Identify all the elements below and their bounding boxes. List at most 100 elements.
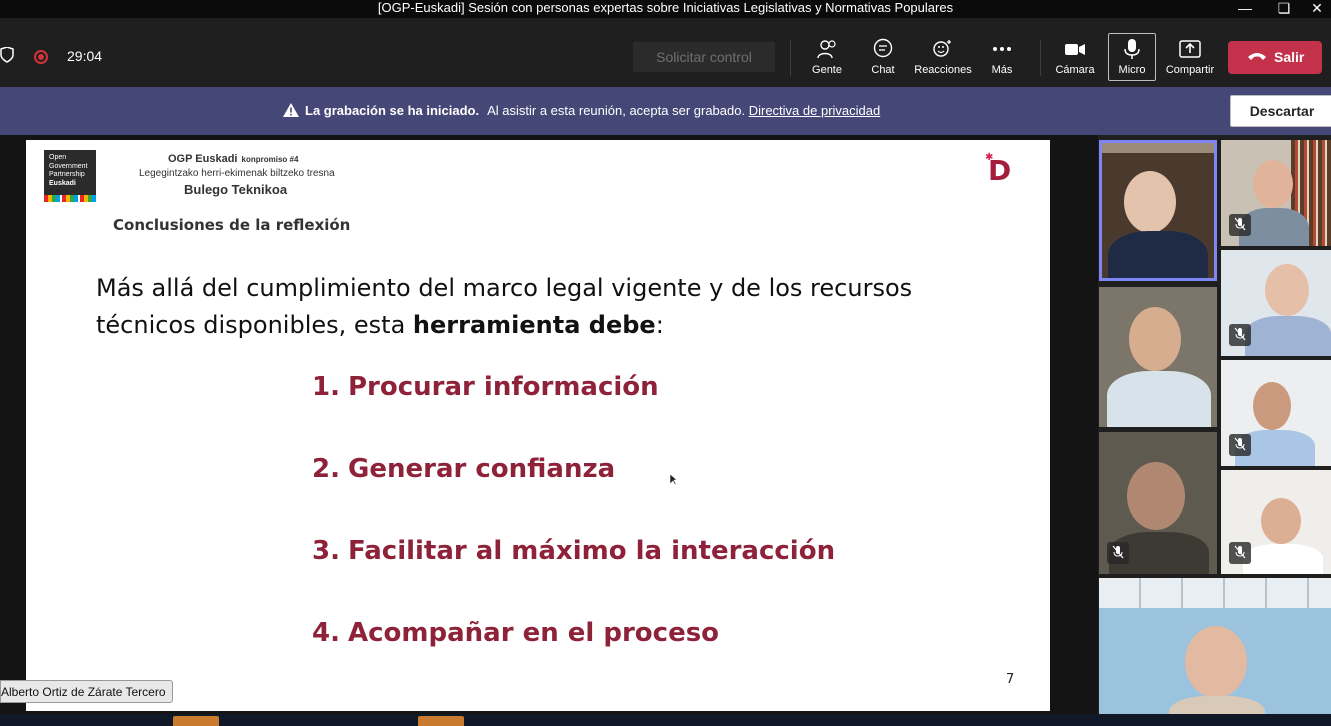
- participant-video-tile[interactable]: [1099, 287, 1217, 427]
- mic-off-icon: [1234, 217, 1246, 231]
- hang-up-icon: [1248, 53, 1266, 60]
- window-titlebar: [OGP-Euskadi] Sesión con personas expert…: [0, 0, 1331, 18]
- toolbar-divider: [1040, 40, 1041, 76]
- item-number: 3.: [312, 536, 340, 566]
- participant-video: [1169, 696, 1265, 714]
- toolbar-divider: [790, 40, 791, 76]
- header-title-text: OGP Euskadi: [168, 153, 238, 165]
- more-icon: [993, 47, 1011, 51]
- slide-list-item: 3. Facilitar al máximo la interacción: [312, 536, 835, 566]
- recording-message: La grabación se ha iniciado. Al asistir a…: [283, 103, 880, 118]
- participant-video-tile[interactable]: [1221, 250, 1331, 356]
- recording-icon: [34, 50, 48, 64]
- share-label: Compartir: [1165, 64, 1215, 76]
- video-background: [1102, 143, 1214, 153]
- restore-icon[interactable]: ❏: [1269, 0, 1299, 18]
- muted-indicator: [1229, 324, 1251, 346]
- request-control-button[interactable]: Solicitar control: [633, 42, 775, 72]
- slide-lead-text: Más allá del cumplimiento del marco lega…: [96, 270, 956, 344]
- slide-section-title: Conclusiones de la reflexión: [113, 216, 351, 234]
- item-text: Procurar información: [348, 372, 659, 402]
- logo-stripes: [44, 195, 96, 202]
- participant-video-tile[interactable]: [1221, 360, 1331, 466]
- brand-logo: ✱ D: [985, 152, 1011, 187]
- logo-line: Open: [49, 154, 67, 161]
- minimize-icon[interactable]: —: [1230, 0, 1260, 18]
- logo-line: Government: [49, 162, 88, 170]
- mouse-cursor-icon: [670, 474, 678, 486]
- close-icon[interactable]: ✕: [1302, 0, 1331, 18]
- participant-video: [1129, 307, 1181, 371]
- mic-off-icon: [1112, 545, 1124, 559]
- camera-label: Cámara: [1055, 64, 1095, 76]
- participant-video: [1107, 371, 1211, 427]
- muted-indicator: [1229, 214, 1251, 236]
- window-title: [OGP-Euskadi] Sesión con personas expert…: [377, 0, 954, 15]
- mic-button[interactable]: Micro: [1110, 36, 1154, 80]
- shield-icon[interactable]: [0, 47, 14, 63]
- recording-started-text: La grabación se ha iniciado.: [305, 103, 480, 118]
- participant-video: [1245, 316, 1331, 356]
- participant-video-tile[interactable]: [1221, 470, 1331, 574]
- recording-consent-text: Al asistir a esta reunión, acepta ser gr…: [487, 103, 746, 118]
- presentation-slide: Open Government Partnership Euskadi OGP …: [26, 140, 1050, 711]
- slide-header-office: Bulego Teknikoa: [184, 182, 288, 197]
- slide-header-title: OGP Euskadi konpromiso #4: [168, 153, 298, 165]
- logo-line: Euskadi: [49, 179, 76, 187]
- chat-label: Chat: [871, 64, 895, 76]
- participant-video: [1185, 626, 1247, 698]
- item-number: 2.: [312, 454, 340, 484]
- participant-video: [1243, 544, 1323, 574]
- participant-video: [1108, 231, 1208, 278]
- people-label: Gente: [812, 64, 842, 76]
- microphone-icon: [1124, 39, 1140, 59]
- share-icon: [1179, 40, 1201, 58]
- recording-banner: La grabación se ha iniciado. Al asistir a…: [0, 87, 1331, 135]
- participant-video: [1127, 462, 1185, 530]
- reactions-label: Reacciones: [914, 64, 972, 76]
- camera-button[interactable]: Cámara: [1052, 36, 1098, 80]
- participant-video: [1265, 264, 1309, 316]
- header-commitment: konpromiso #4: [241, 155, 299, 164]
- participant-video-tile[interactable]: [1099, 140, 1217, 281]
- item-text: Facilitar al máximo la interacción: [348, 536, 836, 566]
- presenter-name-tag: Alberto Ortiz de Zárate Tercero: [0, 680, 173, 703]
- more-button[interactable]: Más: [982, 36, 1022, 80]
- participant-video: [1124, 171, 1176, 233]
- lead-bold-text: herramienta debe: [412, 311, 656, 339]
- mic-off-icon: [1234, 545, 1246, 559]
- warning-icon: [283, 103, 299, 117]
- slide-list-item: 2. Generar confianza: [312, 454, 615, 484]
- chat-button[interactable]: Chat: [861, 36, 905, 80]
- participant-video-tile[interactable]: [1099, 578, 1331, 714]
- participant-video-tile[interactable]: [1221, 140, 1331, 246]
- privacy-policy-link[interactable]: Directiva de privacidad: [749, 103, 881, 118]
- participant-video: [1253, 382, 1291, 430]
- muted-indicator: [1229, 434, 1251, 456]
- brand-star-icon: ✱: [985, 152, 994, 163]
- logo-line: Partnership: [49, 171, 85, 178]
- chat-icon: [873, 38, 893, 58]
- reactions-button[interactable]: Reacciones: [913, 36, 973, 80]
- more-label: Más: [991, 64, 1013, 76]
- mic-off-icon: [1234, 327, 1246, 341]
- muted-indicator: [1107, 542, 1129, 564]
- slide-list-item: 4. Acompañar en el proceso: [312, 618, 719, 648]
- meeting-timer: 29:04: [67, 48, 103, 64]
- lead-end: :: [655, 311, 664, 339]
- taskbar-app-icon[interactable]: [173, 716, 219, 726]
- leave-button[interactable]: Salir: [1228, 41, 1322, 74]
- slide-list-item: 1. Procurar información: [312, 372, 659, 402]
- item-text: Generar confianza: [348, 454, 616, 484]
- camera-icon: [1065, 44, 1085, 55]
- share-button[interactable]: Compartir: [1162, 36, 1218, 80]
- taskbar-app-icon[interactable]: [418, 716, 464, 726]
- dismiss-button[interactable]: Descartar: [1230, 95, 1331, 127]
- leave-label: Salir: [1274, 49, 1305, 65]
- people-button[interactable]: Gente: [805, 36, 849, 80]
- reactions-icon: [933, 40, 951, 57]
- video-background: [1099, 578, 1331, 608]
- slide-header-subtitle: Legegintzako herri-ekimenak biltzeko tre…: [139, 168, 335, 179]
- participant-video-tile[interactable]: [1099, 432, 1217, 574]
- mic-label: Micro: [1118, 64, 1146, 76]
